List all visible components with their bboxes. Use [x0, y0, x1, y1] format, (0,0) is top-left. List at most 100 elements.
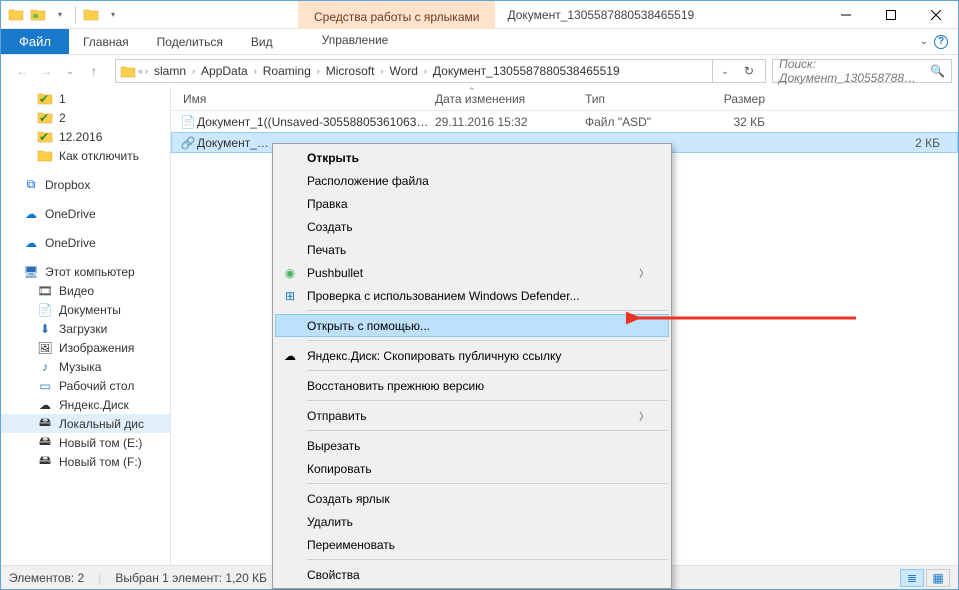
column-header-type[interactable]: Тип: [585, 92, 685, 106]
menu-item-rename[interactable]: Переименовать: [275, 533, 669, 556]
nav-recent-dropdown[interactable]: ⌄: [59, 60, 81, 82]
address-bar[interactable]: «› slamn› AppData› Roaming› Microsoft› W…: [115, 59, 766, 83]
sidebar-item-videos[interactable]: 🎞Видео: [1, 281, 170, 300]
qat-caret-icon[interactable]: ▾: [104, 6, 122, 24]
context-menu: Открыть Расположение файла Правка Создат…: [272, 143, 672, 589]
folder-icon: [37, 148, 53, 164]
sidebar-item-onedrive[interactable]: ☁OneDrive: [1, 204, 170, 223]
file-row[interactable]: 📄 Документ_1((Unsaved-305588053610638… 2…: [171, 111, 958, 132]
search-icon: 🔍: [930, 64, 945, 78]
menu-item-properties[interactable]: Свойства: [275, 563, 669, 586]
minimize-button[interactable]: [823, 1, 868, 29]
qat-dropdown-icon[interactable]: ▾: [51, 6, 69, 24]
close-button[interactable]: [913, 1, 958, 29]
sidebar-item-quick-howto[interactable]: Как отключить: [1, 146, 170, 165]
menu-item-defender[interactable]: ⊞Проверка с использованием Windows Defen…: [275, 284, 669, 307]
drive-icon: 🖴: [37, 416, 53, 432]
nav-back-button[interactable]: ←: [11, 60, 33, 82]
menu-separator: [307, 370, 667, 371]
menu-separator: [307, 400, 667, 401]
desktop-icon: ▭: [37, 378, 53, 394]
sort-indicator-icon: ⌃: [468, 86, 476, 97]
document-icon: 📄: [179, 115, 197, 129]
view-icons-button[interactable]: ▦: [926, 569, 950, 587]
help-icon[interactable]: ?: [934, 35, 948, 49]
pushbullet-icon: ◉: [281, 266, 299, 280]
menu-item-restore[interactable]: Восстановить прежнюю версию: [275, 374, 669, 397]
nav-up-button[interactable]: ↑: [83, 60, 105, 82]
ribbon-expand-icon[interactable]: ⌄: [920, 36, 928, 47]
quick-access-toolbar: ▾ ▾: [1, 6, 128, 24]
menu-item-open[interactable]: Открыть: [275, 146, 669, 169]
search-input[interactable]: Поиск: Документ_130558788… 🔍: [772, 59, 952, 83]
sidebar-item-pictures[interactable]: 🖼Изображения: [1, 338, 170, 357]
yandex-disk-icon: ☁: [281, 349, 299, 363]
column-header-date[interactable]: Дата изменения: [435, 92, 585, 106]
breadcrumb[interactable]: AppData: [197, 64, 252, 78]
address-dropdown-button[interactable]: ⌄: [713, 60, 737, 82]
breadcrumb[interactable]: Документ_1305587880538465519: [429, 64, 624, 78]
sidebar-item-volume-e[interactable]: 🖴Новый том (E:): [1, 433, 170, 452]
music-icon: ♪: [37, 359, 53, 375]
breadcrumb[interactable]: Roaming: [259, 64, 315, 78]
sidebar-item-localdisk[interactable]: 🖴Локальный дис: [1, 414, 170, 433]
chevron-right-icon: 〉: [639, 265, 649, 280]
maximize-button[interactable]: [868, 1, 913, 29]
breadcrumb[interactable]: Microsoft: [322, 64, 379, 78]
menu-item-open-with[interactable]: Открыть с помощью...: [275, 314, 669, 337]
sidebar-item-volume-f[interactable]: 🖴Новый том (F:): [1, 452, 170, 471]
window-controls: [823, 1, 958, 29]
navigation-tree[interactable]: ✔1 ✔2 ✔12.2016 Как отключить ⧉Dropbox ☁O…: [1, 87, 171, 565]
file-type: Файл "ASD": [585, 115, 685, 129]
menu-item-edit[interactable]: Правка: [275, 192, 669, 215]
menu-item-delete[interactable]: Удалить: [275, 510, 669, 533]
onedrive-icon: ☁: [23, 235, 39, 251]
menu-item-send-to[interactable]: Отправить〉: [275, 404, 669, 427]
menu-item-file-location[interactable]: Расположение файла: [275, 169, 669, 192]
folder-icon: [7, 6, 25, 24]
tool-subtab[interactable]: Управление: [273, 29, 437, 51]
window-title: Документ_1305587880538465519: [495, 8, 823, 22]
refresh-button[interactable]: ↻: [737, 60, 761, 82]
sidebar-item-dropbox[interactable]: ⧉Dropbox: [1, 175, 170, 194]
tab-share[interactable]: Поделиться: [143, 29, 237, 54]
view-details-button[interactable]: ≣: [900, 569, 924, 587]
sidebar-item-yandex[interactable]: ☁Яндекс.Диск: [1, 395, 170, 414]
sidebar-item-desktop[interactable]: ▭Рабочий стол: [1, 376, 170, 395]
tab-home[interactable]: Главная: [69, 29, 143, 54]
menu-item-print[interactable]: Печать: [275, 238, 669, 261]
app-folder-icon: [29, 6, 47, 24]
menu-item-yandex-copy-link[interactable]: ☁Яндекс.Диск: Скопировать публичную ссыл…: [275, 344, 669, 367]
file-tab[interactable]: Файл: [1, 29, 69, 54]
sidebar-item-quick-2[interactable]: ✔2: [1, 108, 170, 127]
sidebar-item-music[interactable]: ♪Музыка: [1, 357, 170, 376]
sidebar-item-downloads[interactable]: ⬇Загрузки: [1, 319, 170, 338]
sidebar-item-quick-date[interactable]: ✔12.2016: [1, 127, 170, 146]
column-headers[interactable]: ⌃ Имя Дата изменения Тип Размер: [171, 87, 958, 111]
contextual-tool-tab[interactable]: Средства работы с ярлыками: [298, 1, 495, 29]
menu-item-pushbullet[interactable]: ◉Pushbullet〉: [275, 261, 669, 284]
svg-text:✔: ✔: [39, 130, 49, 143]
sidebar-item-documents[interactable]: 📄Документы: [1, 300, 170, 319]
sidebar-item-onedrive-2[interactable]: ☁OneDrive: [1, 233, 170, 252]
pictures-icon: 🖼: [37, 340, 53, 356]
menu-item-create-shortcut[interactable]: Создать ярлык: [275, 487, 669, 510]
folder-icon: [120, 63, 136, 79]
sidebar-item-thispc[interactable]: 🖥Этот компьютер: [1, 262, 170, 281]
menu-item-cut[interactable]: Вырезать: [275, 434, 669, 457]
column-header-size[interactable]: Размер: [685, 92, 775, 106]
dropbox-icon: ⧉: [23, 177, 39, 193]
annotation-arrow: [626, 308, 866, 328]
nav-forward-button[interactable]: →: [35, 60, 57, 82]
menu-item-copy[interactable]: Копировать: [275, 457, 669, 480]
yandex-disk-icon: ☁: [37, 397, 53, 413]
menu-item-create[interactable]: Создать: [275, 215, 669, 238]
breadcrumb[interactable]: slamn: [150, 64, 190, 78]
drive-icon: 🖴: [37, 435, 53, 451]
svg-text:✔: ✔: [39, 111, 49, 124]
column-header-name[interactable]: Имя: [179, 92, 435, 106]
menu-separator: [307, 559, 667, 560]
menu-separator: [307, 310, 667, 311]
sidebar-item-quick-1[interactable]: ✔1: [1, 89, 170, 108]
breadcrumb[interactable]: Word: [385, 64, 421, 78]
